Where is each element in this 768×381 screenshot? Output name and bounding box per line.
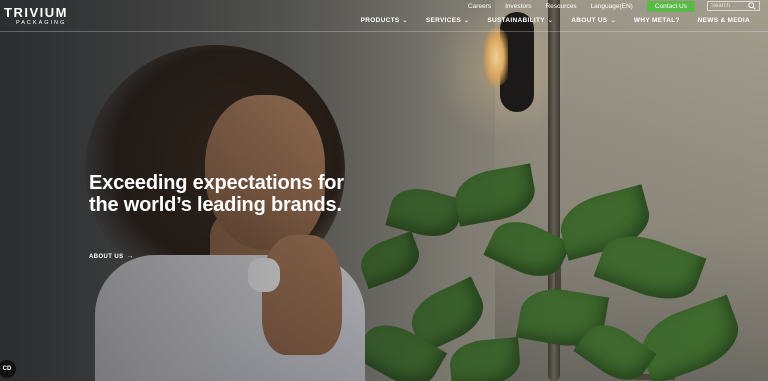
- brand-tagline: PACKAGING: [16, 20, 67, 26]
- nav-products[interactable]: PRODUCTS ⌄: [361, 17, 408, 24]
- nav-why-metal-label: WHY METAL?: [633, 17, 680, 24]
- utility-nav: Careers Investors Resources Language(EN)…: [454, 0, 768, 12]
- brand-logo[interactable]: TRIVIUM PACKAGING: [4, 5, 68, 26]
- arrow-right-icon: →: [126, 253, 134, 260]
- careers-link[interactable]: Careers: [468, 3, 491, 10]
- nav-why-metal[interactable]: WHY METAL?: [634, 17, 680, 24]
- chevron-down-icon: ⌄: [464, 18, 470, 24]
- nav-services[interactable]: SERVICES ⌄: [426, 17, 469, 24]
- nav-news-media[interactable]: NEWS & MEDIA: [698, 17, 750, 24]
- nav-sustainability[interactable]: SUSTAINABILITY ⌄: [487, 17, 553, 24]
- chevron-down-icon: ⌄: [610, 18, 616, 24]
- nav-products-label: PRODUCTS: [360, 17, 400, 24]
- search-box: [707, 1, 760, 11]
- search-icon[interactable]: [748, 2, 756, 10]
- nav-divider: [0, 31, 768, 32]
- nav-sustainability-label: SUSTAINABILITY: [487, 17, 545, 24]
- main-nav: PRODUCTS ⌄ SERVICES ⌄ SUSTAINABILITY ⌄ A…: [343, 17, 750, 24]
- nav-news-media-label: NEWS & MEDIA: [697, 17, 750, 24]
- chevron-down-icon: ⌄: [547, 18, 554, 24]
- brand-name: TRIVIUM: [4, 5, 68, 20]
- hero-headline: Exceeding expectations for the world’s l…: [89, 172, 344, 216]
- investors-link[interactable]: Investors: [505, 3, 531, 10]
- about-us-cta-label: ABOUT US: [89, 253, 124, 260]
- chevron-down-icon: ⌄: [402, 18, 408, 24]
- about-us-cta[interactable]: ABOUT US →: [89, 253, 134, 260]
- resources-link[interactable]: Resources: [545, 3, 576, 10]
- nav-about-us-label: ABOUT US: [571, 17, 608, 24]
- language-selector[interactable]: Language(EN): [591, 3, 633, 10]
- contact-us-button[interactable]: Contact Us: [646, 0, 695, 12]
- nav-services-label: SERVICES: [425, 17, 462, 24]
- search-input[interactable]: [711, 3, 747, 9]
- nav-about-us[interactable]: ABOUT US ⌄: [571, 17, 616, 24]
